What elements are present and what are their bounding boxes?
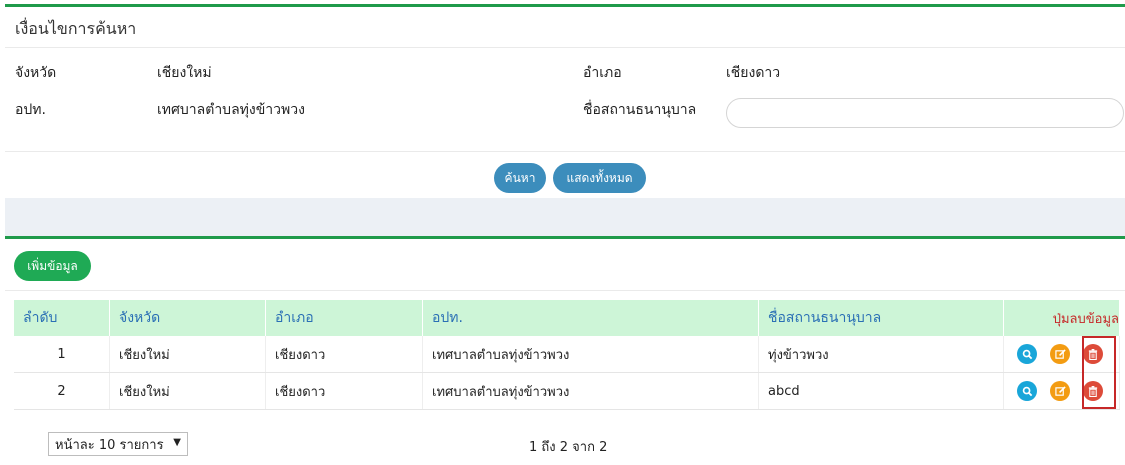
table-row: 2 เชียงใหม่ เชียงดาว เทศบาลตำบลทุ่งข้าวพ… [14, 372, 1120, 410]
cell-actions [1003, 372, 1120, 410]
district-value: เชียงดาว [726, 65, 781, 81]
cell-no: 2 [14, 372, 110, 410]
data-table: ลำดับ จังหวัด อำเภอ อปท. ชื่อสถานธนานุบา… [14, 300, 1120, 410]
content-separator [5, 198, 1125, 236]
cell-province: เชียงใหม่ [109, 372, 266, 410]
view-button[interactable] [1017, 381, 1037, 401]
search-icon [1022, 386, 1032, 396]
search-icon [1022, 349, 1032, 359]
cell-district: เชียงดาว [265, 336, 423, 373]
col-header-lao: อปท. [422, 300, 759, 336]
col-header-province: จังหวัด [109, 300, 266, 336]
cell-lao: เทศบาลตำบลทุ่งข้าวพวง [422, 372, 759, 410]
col-header-nursery-name: ชื่อสถานธนานุบาล [758, 300, 1004, 336]
edit-icon [1054, 385, 1066, 396]
cell-province: เชียงใหม่ [109, 336, 266, 373]
search-button[interactable]: ค้นหา [494, 163, 546, 193]
divider [5, 151, 1125, 152]
col-header-no: ลำดับ [14, 300, 110, 336]
divider [5, 47, 1125, 48]
caret-down-icon: ▼ [173, 437, 181, 448]
divider [5, 290, 1125, 291]
page-size-select[interactable]: หน้าละ 10 รายการ ▼ [48, 432, 188, 456]
lao-value: เทศบาลตำบลทุ่งข้าวพวง [157, 102, 305, 118]
cell-actions [1003, 336, 1120, 373]
edit-button[interactable] [1050, 381, 1070, 401]
trash-icon [1088, 348, 1098, 360]
cell-nursery-name: abcd [758, 372, 1004, 410]
table-row: 1 เชียงใหม่ เชียงดาว เทศบาลตำบลทุ่งข้าวพ… [14, 336, 1120, 373]
show-all-button[interactable]: แสดงทั้งหมด [553, 163, 646, 193]
view-button[interactable] [1017, 344, 1037, 364]
lao-label: อปท. [15, 102, 46, 118]
search-panel-title: เงื่อนไขการค้นหา [15, 19, 137, 38]
trash-icon [1088, 385, 1098, 397]
district-label: อำเภอ [583, 65, 622, 81]
edit-icon [1054, 348, 1066, 359]
col-header-district: อำเภอ [265, 300, 423, 336]
page-size-value: หน้าละ 10 รายการ [55, 437, 164, 453]
delete-button[interactable] [1083, 344, 1103, 364]
pagination-info: 1 ถึง 2 จาก 2 [529, 440, 608, 455]
nursery-name-label: ชื่อสถานธนานุบาล [583, 102, 697, 118]
cell-no: 1 [14, 336, 110, 373]
col-header-delete-annotation: ปุ่มลบข้อมูล [1003, 300, 1120, 336]
cell-nursery-name: ทุ่งข้าวพวง [758, 336, 1004, 373]
delete-button[interactable] [1083, 381, 1103, 401]
search-panel: เงื่อนไขการค้นหา จังหวัด เชียงใหม่ อำเภอ… [5, 4, 1125, 201]
province-value: เชียงใหม่ [157, 65, 212, 81]
cell-district: เชียงดาว [265, 372, 423, 410]
edit-button[interactable] [1050, 344, 1070, 364]
table-header-row: ลำดับ จังหวัด อำเภอ อปท. ชื่อสถานธนานุบา… [14, 300, 1120, 336]
list-panel: เพิ่มข้อมูล ลำดับ จังหวัด อำเภอ อปท. ชื่… [5, 236, 1125, 465]
add-data-button[interactable]: เพิ่มข้อมูล [14, 251, 91, 281]
province-label: จังหวัด [15, 65, 57, 81]
cell-lao: เทศบาลตำบลทุ่งข้าวพวง [422, 336, 759, 373]
nursery-name-input[interactable] [726, 98, 1124, 128]
